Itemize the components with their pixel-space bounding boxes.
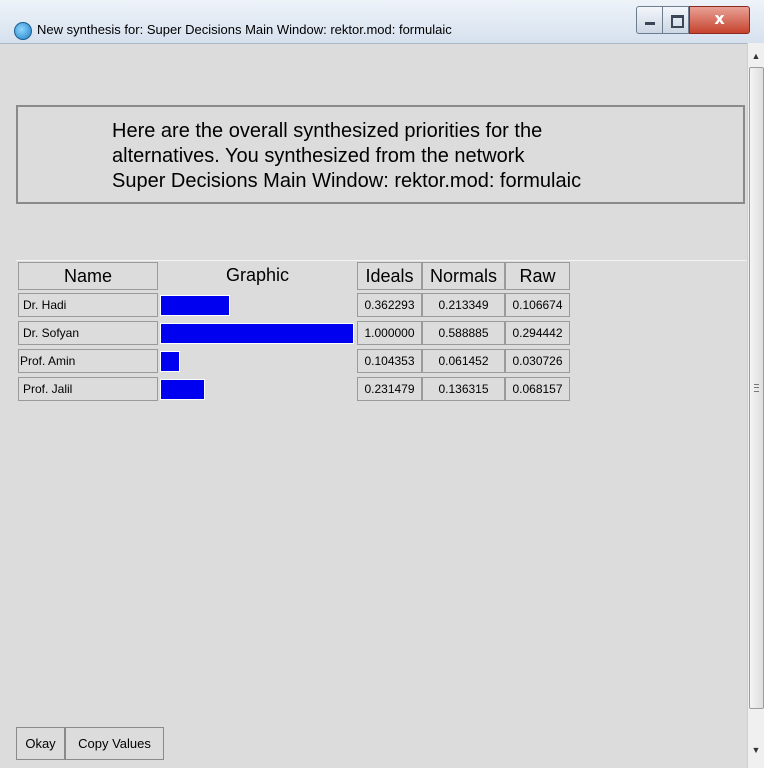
priority-bar bbox=[160, 351, 180, 372]
normals-cell: 0.136315 bbox=[422, 377, 505, 401]
priority-bar bbox=[160, 379, 205, 400]
okay-button[interactable]: Okay bbox=[16, 727, 65, 760]
message-line: Here are the overall synthesized priorit… bbox=[112, 120, 543, 142]
header-ideals: Ideals bbox=[357, 262, 422, 290]
scroll-up-arrow-icon[interactable]: ▲ bbox=[748, 51, 764, 61]
header-name: Name bbox=[18, 262, 158, 290]
scroll-thumb[interactable] bbox=[749, 67, 764, 709]
close-button[interactable]: x bbox=[689, 6, 750, 34]
maximize-icon bbox=[671, 15, 684, 28]
raw-cell: 0.068157 bbox=[505, 377, 570, 401]
row-name-cell: Dr. Hadi bbox=[18, 293, 158, 317]
row-name-cell: Prof. Jalil bbox=[18, 377, 158, 401]
minimize-button[interactable] bbox=[636, 6, 663, 34]
maximize-button[interactable] bbox=[662, 6, 689, 34]
message-line: Super Decisions Main Window: rektor.mod:… bbox=[112, 170, 582, 192]
header-normals: Normals bbox=[422, 262, 505, 290]
raw-cell: 0.106674 bbox=[505, 293, 570, 317]
copy-values-button[interactable]: Copy Values bbox=[65, 727, 164, 760]
minimize-icon bbox=[645, 22, 655, 25]
row-name-cell: Prof. Amin bbox=[18, 349, 158, 373]
ideals-cell: 1.000000 bbox=[357, 321, 422, 345]
ideals-cell: 0.104353 bbox=[357, 349, 422, 373]
priority-bar bbox=[160, 323, 354, 344]
normals-cell: 0.213349 bbox=[422, 293, 505, 317]
priority-bar bbox=[160, 295, 230, 316]
refresh-app-icon bbox=[14, 22, 32, 40]
synthesis-message: Here are the overall synthesized priorit… bbox=[16, 105, 745, 204]
vertical-scrollbar[interactable]: ▲ ▼ bbox=[747, 43, 764, 768]
scroll-down-arrow-icon[interactable]: ▼ bbox=[748, 745, 764, 755]
row-name-cell: Dr. Sofyan bbox=[18, 321, 158, 345]
ideals-cell: 0.231479 bbox=[357, 377, 422, 401]
close-icon: x bbox=[714, 9, 725, 28]
title-bar[interactable]: New synthesis for: Super Decisions Main … bbox=[0, 0, 764, 44]
normals-cell: 0.061452 bbox=[422, 349, 505, 373]
header-graphic: Graphic bbox=[160, 262, 355, 290]
raw-cell: 0.294442 bbox=[505, 321, 570, 345]
grip-icon bbox=[754, 384, 759, 392]
message-line: alternatives. You synthesized from the n… bbox=[112, 145, 525, 167]
window-title: New synthesis for: Super Decisions Main … bbox=[37, 22, 452, 37]
ideals-cell: 0.362293 bbox=[357, 293, 422, 317]
normals-cell: 0.588885 bbox=[422, 321, 505, 345]
raw-cell: 0.030726 bbox=[505, 349, 570, 373]
header-raw: Raw bbox=[505, 262, 570, 290]
synthesis-window: New synthesis for: Super Decisions Main … bbox=[0, 0, 764, 768]
